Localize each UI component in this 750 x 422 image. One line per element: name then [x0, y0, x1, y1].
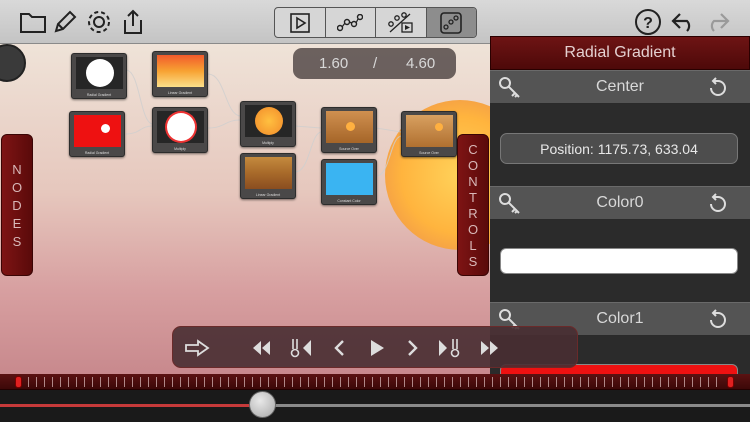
node-graph-icon[interactable]	[326, 8, 376, 37]
node-label: Multiply	[174, 147, 186, 151]
folder-icon[interactable]	[18, 7, 48, 37]
node-multiply-2[interactable]: Multiply	[240, 101, 296, 147]
controls-tab-letter: O	[467, 221, 479, 237]
node-thumbnail	[326, 111, 373, 143]
pencil-icon[interactable]	[50, 7, 80, 37]
step-back-icon[interactable]	[327, 336, 351, 360]
current-time: 1.60	[319, 55, 349, 72]
play-icon[interactable]	[365, 336, 389, 360]
property-body-color0	[490, 220, 750, 302]
reset-icon[interactable]	[704, 192, 728, 221]
gear-icon[interactable]	[84, 7, 114, 37]
controls-tab-letter: T	[469, 189, 477, 205]
node-thumbnail	[245, 105, 292, 137]
composition-canvas[interactable]: Radial Gradient Linear Gradient Radial G…	[0, 44, 490, 374]
node-label: Constant Color	[337, 199, 361, 203]
node-thumbnail	[157, 111, 204, 143]
redo-icon[interactable]	[702, 7, 732, 37]
position-field[interactable]: Position: 1175.73, 633.04	[500, 133, 738, 164]
nodes-tab-letter: E	[12, 215, 22, 231]
node-label: Linear Gradient	[167, 91, 193, 95]
reset-icon[interactable]	[704, 76, 728, 105]
node-linear-gradient-2[interactable]: Linear Gradient	[240, 153, 296, 199]
property-name: Center	[595, 78, 645, 95]
node-constant-color[interactable]: Constant Color	[321, 159, 377, 205]
node-thumbnail	[74, 115, 121, 147]
node-label: Radial Gradient	[86, 93, 112, 97]
controls-tab-letter: O	[467, 157, 479, 173]
node-edit-icon[interactable]	[426, 8, 476, 37]
nodes-tab-letter: N	[12, 161, 22, 177]
playback-controls	[172, 326, 578, 368]
node-thumbnail	[326, 163, 373, 195]
node-thumbnail	[406, 115, 453, 147]
time-separator: /	[373, 55, 378, 72]
view-mode-segmented-control	[274, 7, 477, 38]
time-display: 1.60 / 4.60	[293, 48, 456, 79]
svg-text:?: ?	[643, 15, 653, 32]
fast-forward-icon[interactable]	[478, 336, 502, 360]
share-icon[interactable]	[118, 7, 148, 37]
node-source-over-2[interactable]: Source Over	[401, 111, 457, 157]
controls-panel: Radial Gradient Center Position: 1175.73…	[490, 36, 750, 374]
node-label: Source Over	[419, 151, 439, 155]
color0-swatch[interactable]	[500, 248, 738, 274]
timeline	[0, 374, 750, 422]
nodes-tab-letter: S	[12, 233, 22, 249]
help-icon[interactable]: ?	[633, 7, 663, 37]
step-forward-icon[interactable]	[401, 336, 425, 360]
node-label: Multiply	[262, 141, 274, 145]
controls-tab-letter: L	[469, 237, 477, 253]
rewind-icon[interactable]	[249, 336, 273, 360]
end-keyframe-marker[interactable]	[727, 376, 734, 388]
key-icon[interactable]	[498, 192, 522, 221]
arrow-right-icon[interactable]	[183, 336, 211, 360]
next-keyframe-icon[interactable]	[437, 336, 461, 360]
controls-tab-letter: N	[468, 173, 478, 189]
total-time: 4.60	[406, 55, 436, 72]
nodes-tab-letter: D	[12, 197, 22, 213]
node-preview-icon[interactable]	[376, 8, 427, 37]
controls-tab[interactable]: C O N T R O L S	[457, 134, 489, 276]
scrub-track[interactable]	[0, 404, 750, 407]
node-source-over-1[interactable]: Source Over	[321, 107, 377, 153]
node-label: Linear Gradient	[255, 193, 281, 197]
node-label: Source Over	[339, 147, 359, 151]
controls-tab-letter: R	[468, 205, 478, 221]
nodes-tab-letter: O	[11, 179, 23, 195]
property-header-center[interactable]: Center	[490, 70, 750, 104]
ruler-ticks	[28, 377, 724, 387]
start-keyframe-marker[interactable]	[15, 376, 22, 388]
property-header-color0[interactable]: Color0	[490, 186, 750, 220]
node-thumbnail	[157, 55, 204, 87]
node-thumbnail	[245, 157, 292, 189]
node-radial-gradient-2[interactable]: Radial Gradient	[69, 111, 125, 157]
reset-icon[interactable]	[704, 308, 728, 337]
node-thumbnail	[76, 57, 123, 89]
property-name: Color0	[596, 194, 644, 211]
controls-tab-letter: C	[468, 141, 478, 157]
nodes-tab[interactable]: N O D E S	[1, 134, 33, 276]
node-radial-gradient-1[interactable]: Radial Gradient	[71, 53, 127, 99]
panel-title: Radial Gradient	[490, 36, 750, 70]
scrub-thumb[interactable]	[249, 391, 276, 418]
play-mode-icon[interactable]	[275, 8, 326, 37]
node-label: Radial Gradient	[84, 151, 110, 155]
prev-keyframe-icon[interactable]	[289, 336, 313, 360]
node-linear-gradient-1[interactable]: Linear Gradient	[152, 51, 208, 97]
undo-icon[interactable]	[669, 7, 699, 37]
node-multiply-1[interactable]: Multiply	[152, 107, 208, 153]
property-name: Color1	[596, 310, 644, 327]
key-icon[interactable]	[498, 76, 522, 105]
timeline-ruler[interactable]	[0, 374, 750, 390]
property-body-center: Position: 1175.73, 633.04	[490, 104, 750, 186]
controls-tab-letter: S	[468, 253, 478, 269]
scrub-progress	[0, 404, 263, 407]
